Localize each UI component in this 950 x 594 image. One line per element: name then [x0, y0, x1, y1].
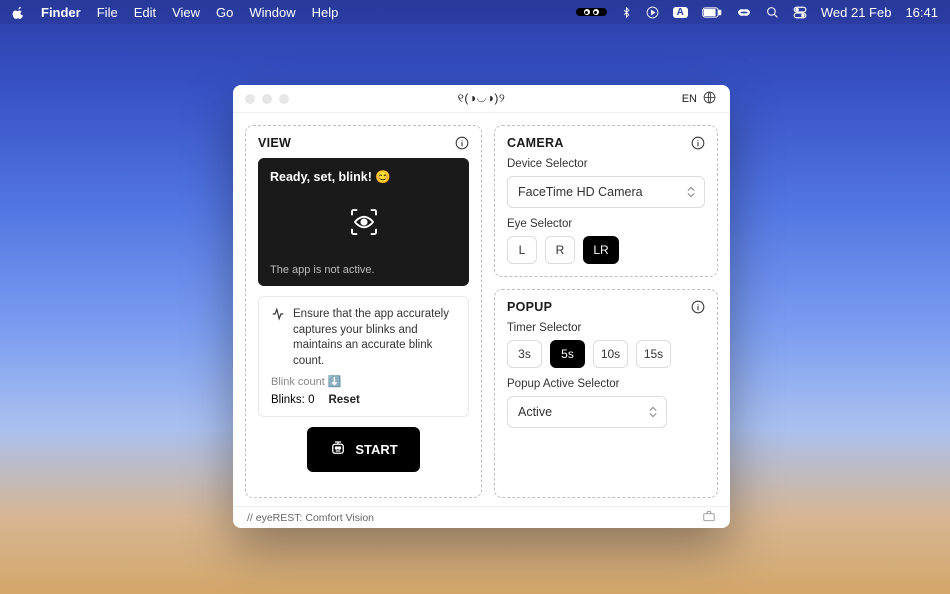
- app-window: ୧(◑◡◑)୨ EN VIEW Ready, set, blink! 😊: [233, 85, 730, 528]
- search-icon[interactable]: [766, 6, 779, 19]
- info-icon[interactable]: [455, 136, 469, 150]
- eye-scan-icon: [346, 204, 382, 245]
- eye-option-r[interactable]: R: [545, 236, 575, 264]
- robot-icon: [329, 439, 347, 460]
- menubar: Finder File Edit View Go Window Help A W…: [0, 0, 950, 24]
- start-button[interactable]: START: [307, 427, 419, 472]
- view-title: VIEW: [258, 136, 291, 150]
- link-icon[interactable]: [736, 7, 752, 18]
- device-selector[interactable]: FaceTime HD Camera: [507, 176, 705, 208]
- camera-panel: CAMERA Device Selector FaceTime HD Camer…: [494, 125, 718, 277]
- input-source-icon[interactable]: A: [673, 7, 688, 18]
- app-tray-icon[interactable]: [576, 8, 607, 16]
- close-icon[interactable]: [245, 94, 255, 104]
- activity-icon: [271, 307, 285, 369]
- popup-active-label: Popup Active Selector: [507, 378, 705, 390]
- menu-view[interactable]: View: [172, 5, 200, 20]
- menu-window[interactable]: Window: [249, 5, 295, 20]
- bluetooth-icon[interactable]: [621, 6, 632, 19]
- lang-label[interactable]: EN: [682, 93, 697, 105]
- menu-file[interactable]: File: [97, 5, 118, 20]
- popup-panel: POPUP Timer Selector 3s 5s 10s 15s Popup…: [494, 289, 718, 498]
- menubar-time[interactable]: 16:41: [905, 5, 938, 20]
- hint-text: Ensure that the app accurately captures …: [293, 307, 456, 369]
- timer-option-10s[interactable]: 10s: [593, 340, 628, 368]
- menubar-right: A Wed 21 Feb 16:41: [576, 5, 938, 20]
- preview-heading: Ready, set, blink! 😊: [270, 170, 457, 185]
- apple-logo-icon[interactable]: [12, 6, 25, 19]
- hint-card: Ensure that the app accurately captures …: [258, 296, 469, 417]
- timer-option-5s[interactable]: 5s: [550, 340, 585, 368]
- info-icon[interactable]: [691, 136, 705, 150]
- play-circle-icon[interactable]: [646, 6, 659, 19]
- blinks-value: Blinks: 0: [271, 394, 314, 406]
- globe-icon[interactable]: [703, 91, 716, 107]
- preview-area: Ready, set, blink! 😊 The app is not acti…: [258, 158, 469, 286]
- menu-help[interactable]: Help: [312, 5, 339, 20]
- briefcase-icon[interactable]: [702, 510, 716, 525]
- menubar-date[interactable]: Wed 21 Feb: [821, 5, 892, 20]
- chevron-updown-icon: [649, 407, 657, 418]
- eye-selector-label: Eye Selector: [507, 218, 705, 230]
- blink-count-label: Blink count ⬇️: [271, 375, 342, 388]
- window-controls[interactable]: [245, 94, 289, 104]
- eye-option-l[interactable]: L: [507, 236, 537, 264]
- menu-go[interactable]: Go: [216, 5, 233, 20]
- menubar-left: Finder File Edit View Go Window Help: [12, 5, 338, 20]
- eye-selector: L R LR: [507, 236, 705, 264]
- titlebar: ୧(◑◡◑)୨ EN: [233, 85, 730, 113]
- control-center-icon[interactable]: [793, 6, 807, 19]
- timer-selector-label: Timer Selector: [507, 322, 705, 334]
- view-panel: VIEW Ready, set, blink! 😊: [245, 125, 482, 498]
- footer: // eyeREST: Comfort Vision: [233, 506, 730, 528]
- preview-status: The app is not active.: [270, 264, 457, 276]
- chevron-updown-icon: [687, 187, 695, 198]
- menubar-app[interactable]: Finder: [41, 5, 81, 20]
- eye-option-lr[interactable]: LR: [583, 236, 619, 264]
- footer-text: // eyeREST: Comfort Vision: [247, 512, 374, 524]
- camera-title: CAMERA: [507, 136, 564, 150]
- info-icon[interactable]: [691, 300, 705, 314]
- popup-active-selector[interactable]: Active: [507, 396, 667, 428]
- battery-icon[interactable]: [702, 7, 722, 18]
- zoom-icon[interactable]: [279, 94, 289, 104]
- timer-selector: 3s 5s 10s 15s: [507, 340, 705, 368]
- timer-option-15s[interactable]: 15s: [636, 340, 671, 368]
- reset-button[interactable]: Reset: [328, 394, 359, 406]
- device-selector-label: Device Selector: [507, 158, 705, 170]
- start-button-label: START: [355, 442, 397, 457]
- menu-edit[interactable]: Edit: [134, 5, 156, 20]
- popup-title: POPUP: [507, 300, 552, 314]
- window-title: ୧(◑◡◑)୨: [458, 91, 506, 106]
- minimize-icon[interactable]: [262, 94, 272, 104]
- timer-option-3s[interactable]: 3s: [507, 340, 542, 368]
